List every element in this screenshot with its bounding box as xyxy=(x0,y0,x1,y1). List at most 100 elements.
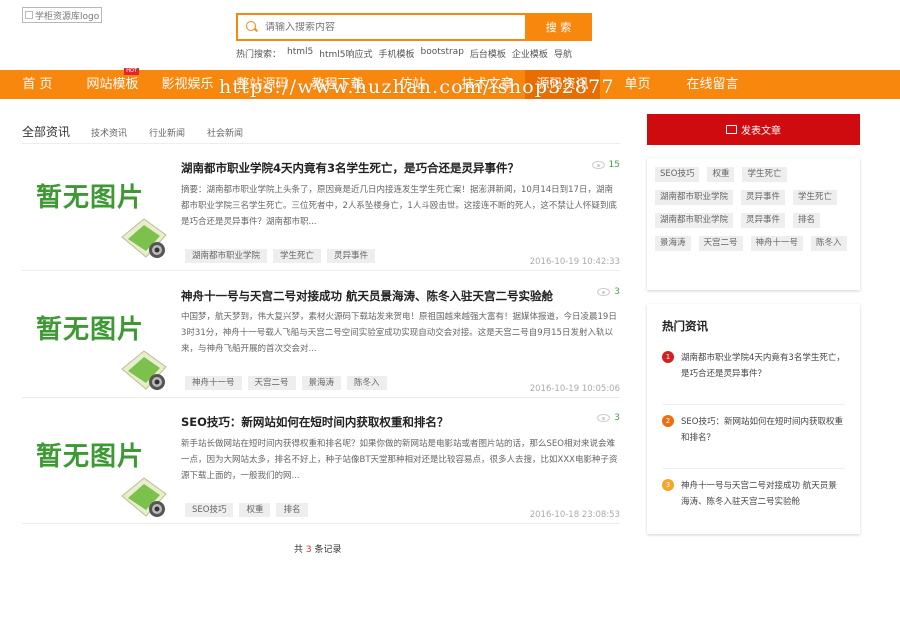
hot-search-link[interactable]: html5 xyxy=(287,47,313,60)
view-count-value: 15 xyxy=(608,160,620,170)
post-article-label: 发表文章 xyxy=(741,126,781,137)
tag[interactable]: 湖南都市职业学院 xyxy=(655,190,734,205)
watermark: https://www.huzhan.com/ishop32877 xyxy=(219,76,615,98)
tag[interactable]: SEO技巧 xyxy=(185,503,234,517)
article-thumbnail[interactable]: 暂无图片 xyxy=(36,177,168,269)
article-summary: 中国梦，航天梦到，伟大复兴梦，素材火源码下载站发来贺电！原祖国越来越强大富有！据… xyxy=(181,312,617,354)
hot-news-text: SEO技巧：新网站如何在短时间内获取权重和排名？ xyxy=(681,417,843,443)
search-icon xyxy=(246,21,258,33)
hot-search-link[interactable]: bootstrap xyxy=(421,47,464,60)
article-item: 暂无图片 SEO技巧：新网站如何在短时间内获取权重和排名？ 3 新手站长做网站在… xyxy=(22,398,620,524)
article-title[interactable]: 湖南都市职业学院4天内竟有3名学生死亡，是巧合还是灵异事件？ xyxy=(181,160,519,176)
no-image-icon xyxy=(121,477,167,517)
article-item: 暂无图片 神舟十一号与天宫二号对接成功 航天员景海涛、陈冬入驻天宫二号实验舱 3… xyxy=(22,271,620,398)
article-date: 2016-10-19 10:42:33 xyxy=(529,257,620,267)
view-count: 15 xyxy=(591,160,620,170)
article-tags: 神舟十一号 天宫二号 景海涛 陈冬入 xyxy=(185,376,387,390)
post-article-button[interactable]: 发表文章 xyxy=(647,114,860,145)
eye-icon xyxy=(591,161,605,169)
no-image-text: 暂无图片 xyxy=(36,183,145,213)
eye-icon xyxy=(597,414,611,422)
hot-search-links: 热门搜索： html5 html5响应式 手机模板 bootstrap 后台模板… xyxy=(236,47,572,60)
tag[interactable]: 陈冬入 xyxy=(811,236,847,251)
tag[interactable]: 天宫二号 xyxy=(698,236,743,251)
hot-news-text: 湖南都市职业学院4天内竟有3名学生死亡，是巧合还是灵异事件？ xyxy=(681,353,845,379)
article-thumbnail[interactable]: 暂无图片 xyxy=(36,309,168,401)
record-count-suffix: 条记录 xyxy=(314,545,342,555)
article-item: 暂无图片 湖南都市职业学院4天内竟有3名学生死亡，是巧合还是灵异事件？ 15 摘… xyxy=(22,145,620,271)
article-title[interactable]: SEO技巧：新网站如何在短时间内获取权重和排名？ xyxy=(181,414,448,430)
view-count-value: 3 xyxy=(614,287,620,297)
hot-news-text: 神舟十一号与天宫二号对接成功 航天员景海涛、陈冬入驻天宫二号实验舱 xyxy=(681,481,837,507)
tag[interactable]: 学生死亡 xyxy=(793,190,838,205)
divider xyxy=(662,404,845,405)
hot-badge: HOT xyxy=(124,68,139,75)
logo-alt-text: 学柜资源库logo xyxy=(35,11,100,22)
tag[interactable]: 灵异事件 xyxy=(327,249,376,263)
tag[interactable]: 排名 xyxy=(276,503,308,517)
record-count-prefix: 共 xyxy=(294,545,304,555)
hot-search-link[interactable]: 导航 xyxy=(554,47,572,60)
no-image-icon xyxy=(121,218,167,258)
tag[interactable]: 天宫二号 xyxy=(247,376,296,390)
tag[interactable]: 学生死亡 xyxy=(273,249,322,263)
search-field[interactable] xyxy=(236,13,525,41)
article-summary: 新手站长做网站在短时间内获得权重和排名呢？如果你做的新网站是电影站或者图片站的话… xyxy=(181,439,618,481)
hot-news-title: 热门资讯 xyxy=(662,319,708,333)
nav-item-guestbook[interactable]: 在线留言 xyxy=(675,70,750,99)
tag[interactable]: 权重 xyxy=(707,167,735,182)
tab-all-news[interactable]: 全部资讯 xyxy=(22,123,70,140)
comment-icon xyxy=(726,125,737,134)
tag[interactable]: 灵异事件 xyxy=(741,213,786,228)
tag[interactable]: 湖南都市职业学院 xyxy=(655,213,734,228)
rank-badge: 1 xyxy=(662,351,674,363)
hot-search-link[interactable]: 手机模板 xyxy=(378,47,414,60)
tag[interactable]: 神舟十一号 xyxy=(750,236,804,251)
site-logo[interactable]: 学柜资源库logo xyxy=(22,7,102,23)
record-count-number: 3 xyxy=(305,545,312,555)
tab-social-news[interactable]: 社会新闻 xyxy=(207,126,243,139)
nav-item-entertainment[interactable]: 影视娱乐 xyxy=(150,70,225,99)
no-image-text: 暂无图片 xyxy=(36,315,145,345)
tag-cloud: SEO技巧 权重 学生死亡 湖南都市职业学院 灵异事件 学生死亡 湖南都市职业学… xyxy=(647,158,860,290)
tag[interactable]: 陈冬入 xyxy=(347,376,387,390)
tag[interactable]: 湖南都市职业学院 xyxy=(185,249,268,263)
search-button[interactable]: 搜 索 xyxy=(525,13,592,41)
hot-search-link[interactable]: html5响应式 xyxy=(319,47,372,60)
search-bar: 搜 索 xyxy=(236,13,592,41)
divider xyxy=(22,143,620,144)
tag[interactable]: 景海涛 xyxy=(655,236,691,251)
no-image-icon xyxy=(121,350,167,390)
hot-search-link[interactable]: 后台模板 xyxy=(470,47,506,60)
no-image-text: 暂无图片 xyxy=(36,442,145,472)
tag[interactable]: 排名 xyxy=(793,213,821,228)
tab-industry-news[interactable]: 行业新闻 xyxy=(149,126,185,139)
hot-news-item[interactable]: 2 SEO技巧：新网站如何在短时间内获取权重和排名？ xyxy=(662,414,845,446)
hot-search-label: 热门搜索： xyxy=(236,50,282,60)
category-tabs: 全部资讯 技术资讯 行业新闻 社会新闻 xyxy=(22,123,265,140)
hot-news-panel: 热门资讯 1 湖南都市职业学院4天内竟有3名学生死亡，是巧合还是灵异事件？ 2 … xyxy=(647,304,860,534)
tag[interactable]: 景海涛 xyxy=(301,376,342,390)
view-count-value: 3 xyxy=(614,413,620,423)
article-title[interactable]: 神舟十一号与天宫二号对接成功 航天员景海涛、陈冬入驻天宫二号实验舱 xyxy=(181,288,553,304)
nav-item-home[interactable]: 首 页 xyxy=(0,70,75,99)
view-count: 3 xyxy=(597,287,620,297)
hot-search-link[interactable]: 企业模板 xyxy=(512,47,548,60)
eye-icon xyxy=(597,288,611,296)
rank-badge: 2 xyxy=(662,415,674,427)
tag[interactable]: SEO技巧 xyxy=(655,167,700,182)
article-tags: SEO技巧 权重 排名 xyxy=(185,503,308,517)
nav-item-templates[interactable]: 网站模板 HOT xyxy=(75,68,150,99)
hot-news-item[interactable]: 1 湖南都市职业学院4天内竟有3名学生死亡，是巧合还是灵异事件？ xyxy=(662,350,845,382)
divider xyxy=(662,468,845,469)
tag[interactable]: 学生死亡 xyxy=(742,167,787,182)
tag[interactable]: 权重 xyxy=(239,503,271,517)
search-input[interactable] xyxy=(265,21,515,33)
article-thumbnail[interactable]: 暂无图片 xyxy=(36,436,168,528)
tab-tech-news[interactable]: 技术资讯 xyxy=(91,126,127,139)
view-count: 3 xyxy=(597,413,620,423)
tag[interactable]: 灵异事件 xyxy=(741,190,786,205)
tag[interactable]: 神舟十一号 xyxy=(185,376,242,390)
nav-item-label: 网站模板 xyxy=(86,77,139,92)
hot-news-item[interactable]: 3 神舟十一号与天宫二号对接成功 航天员景海涛、陈冬入驻天宫二号实验舱 xyxy=(662,478,845,510)
